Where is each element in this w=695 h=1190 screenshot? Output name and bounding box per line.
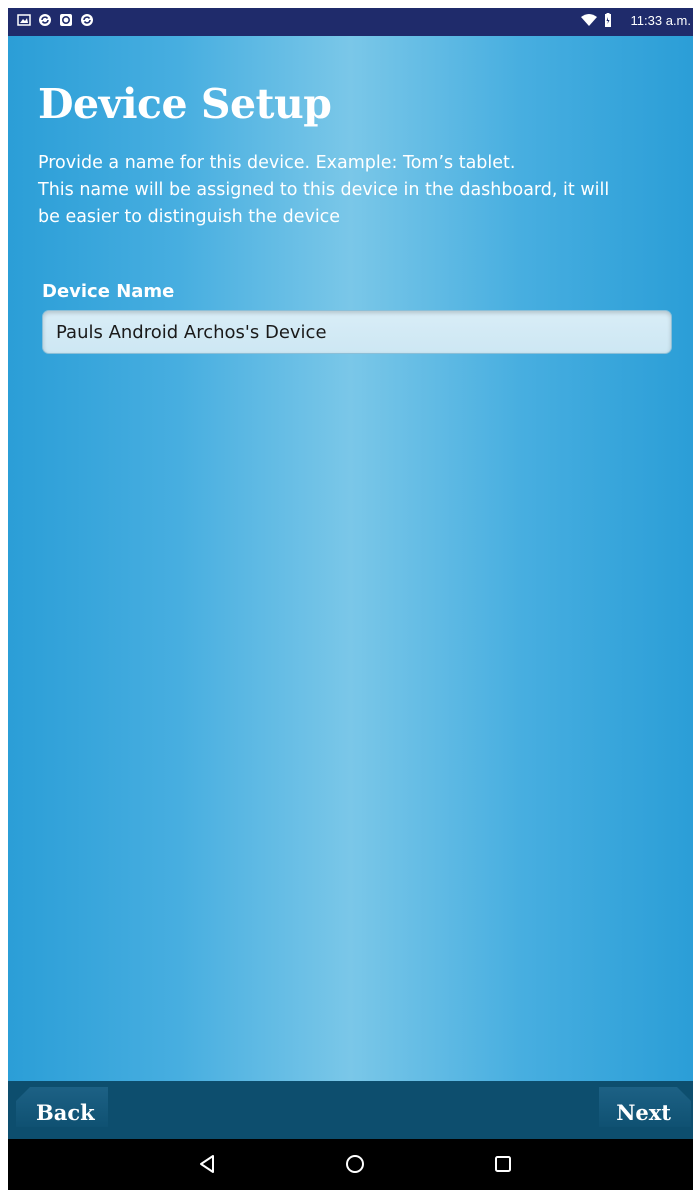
- battery-icon: [605, 13, 611, 27]
- instructions-text: Provide a name for this device. Example:…: [38, 150, 678, 231]
- home-circle-icon[interactable]: [344, 1153, 366, 1175]
- status-bar: 11:33 a.m.: [8, 8, 693, 36]
- sync-icon: [81, 14, 93, 26]
- next-button[interactable]: Next: [599, 1087, 691, 1127]
- page-title: Device Setup: [38, 80, 332, 128]
- back-button[interactable]: Back: [16, 1087, 108, 1127]
- instructions-line: This name will be assigned to this devic…: [38, 180, 610, 200]
- back-triangle-icon[interactable]: [196, 1153, 218, 1175]
- wifi-icon: [581, 14, 597, 26]
- gallery-icon: [17, 14, 31, 26]
- sync-icon: [39, 14, 51, 26]
- setup-content: Device Setup Provide a name for this dev…: [8, 36, 693, 1081]
- device-name-input[interactable]: [42, 310, 672, 354]
- system-nav-bar: [8, 1139, 693, 1190]
- status-time: 11:33 a.m.: [630, 13, 691, 28]
- app-icon: [60, 14, 72, 26]
- wizard-action-bar: Back Next: [8, 1081, 693, 1139]
- device-name-label: Device Name: [42, 281, 175, 302]
- instructions-line: be easier to distinguish the device: [38, 207, 341, 227]
- phone-screen: 11:33 a.m. Device Setup Provide a name f…: [8, 8, 693, 1190]
- recents-square-icon[interactable]: [492, 1153, 514, 1175]
- instructions-line: Provide a name for this device. Example:…: [38, 153, 516, 173]
